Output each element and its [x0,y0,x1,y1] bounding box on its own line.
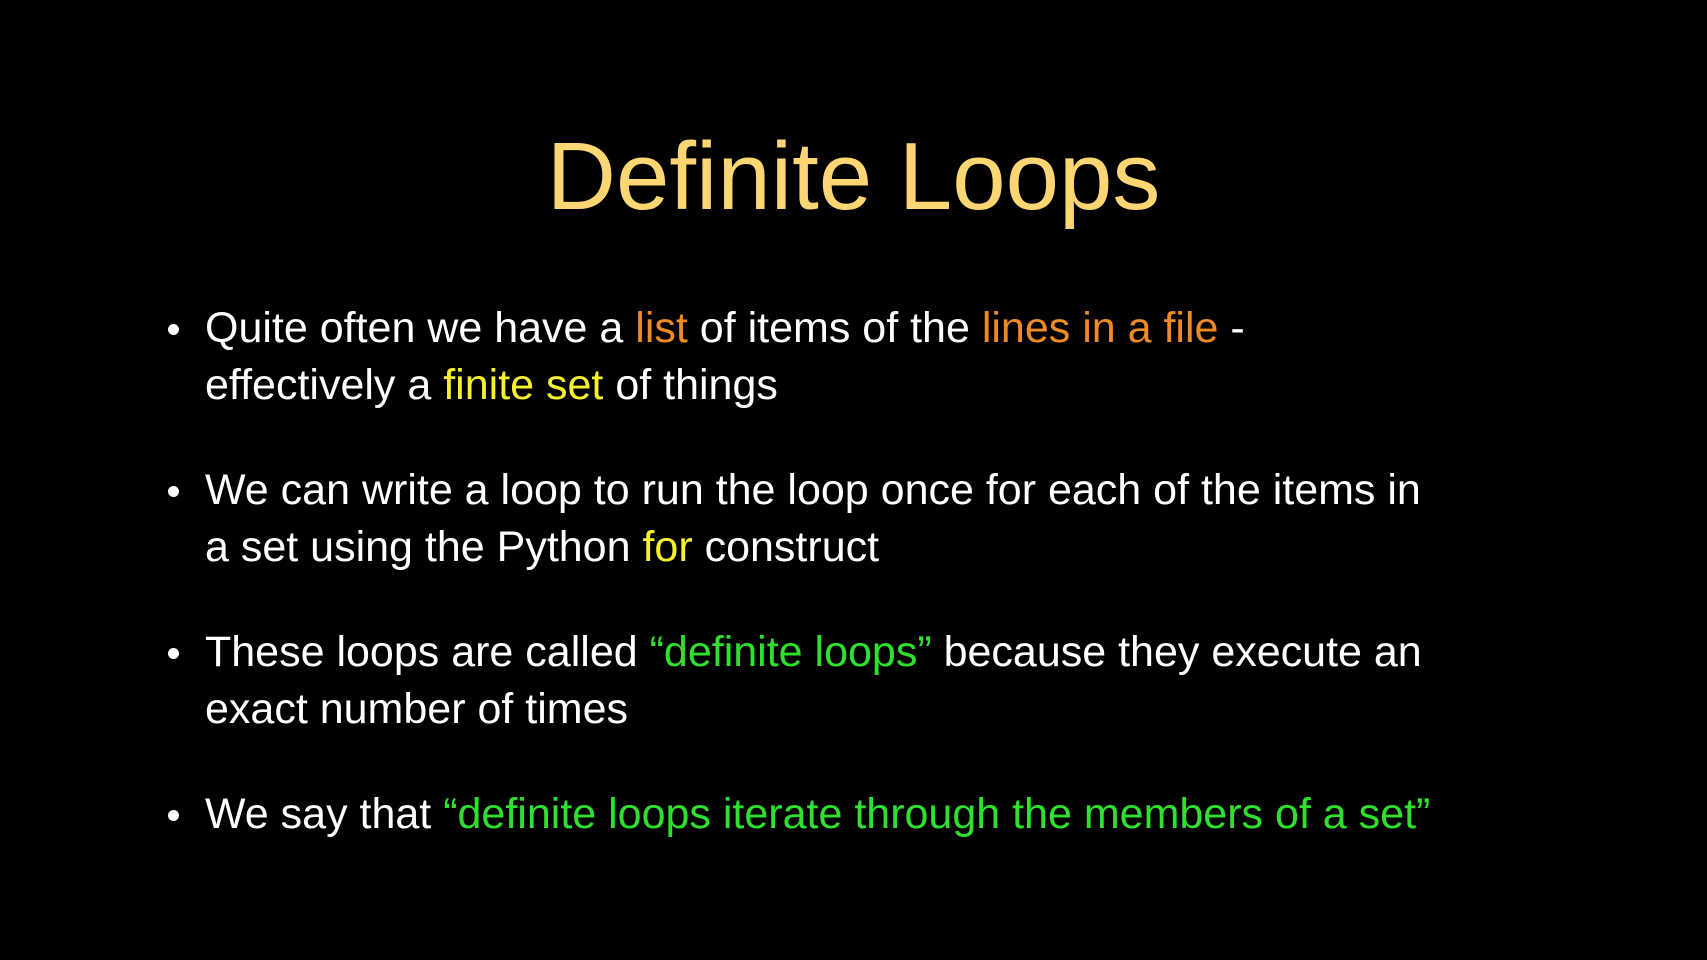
bullet-line: effectively a finite set of things [205,357,1605,414]
plain-text: effectively a [205,361,444,409]
bullet-dot-icon [168,648,179,659]
highlight-text: list [635,304,688,352]
bullet-dot-icon [168,486,179,497]
bullet-text: These loops are called “definite loops” … [205,624,1605,738]
plain-text: because they execute an [931,628,1422,676]
bullet-line: We can write a loop to run the loop once… [205,462,1605,519]
plain-text: a set using the Python [205,523,643,571]
bullet-line: exact number of times [205,681,1605,738]
highlight-text: “definite loops” [649,628,932,676]
bullet-line: a set using the Python for construct [205,519,1605,576]
plain-text: Quite often we have a [205,304,636,352]
bullet-text: We can write a loop to run the loop once… [205,462,1605,576]
bullet-line: Quite often we have a list of items of t… [205,300,1605,357]
highlight-text: lines in a file [981,304,1219,352]
plain-text: - [1218,304,1245,352]
highlight-text: for [642,523,693,571]
plain-text: We can write a loop to run the loop once… [205,466,1421,514]
bullet-line: We say that “definite loops iterate thro… [205,786,1605,843]
highlight-text: finite set [443,361,604,409]
slide: Definite Loops Quite often we have a lis… [0,0,1707,960]
bullet-text: Quite often we have a list of items of t… [205,300,1605,414]
bullet-line: These loops are called “definite loops” … [205,624,1605,681]
bullet-text: We say that “definite loops iterate thro… [205,786,1605,843]
bullet-dot-icon [168,810,179,821]
plain-text: exact number of times [205,685,629,733]
plain-text: of items of the [687,304,982,352]
bullet-dot-icon [168,324,179,335]
highlight-text: “definite loops iterate through the memb… [443,790,1431,838]
plain-text: of things [603,361,778,409]
plain-text: construct [692,523,880,571]
slide-title: Definite Loops [546,123,1161,230]
plain-text: We say that [205,790,444,838]
plain-text: These loops are called [205,628,650,676]
